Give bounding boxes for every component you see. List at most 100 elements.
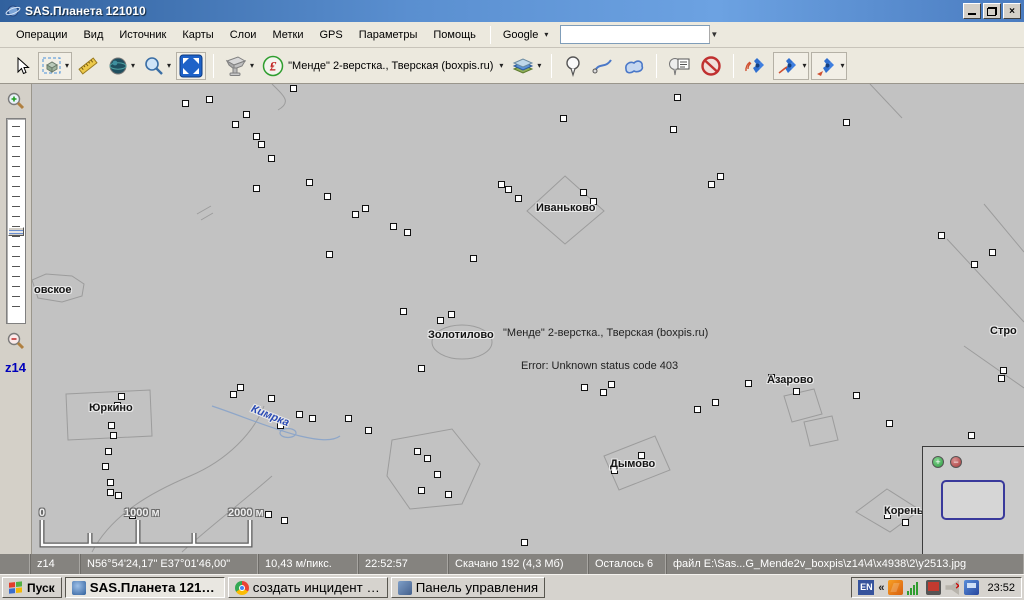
goto-tool-button[interactable]: ▾ [104, 52, 138, 80]
map-marker [521, 539, 528, 546]
map-marker [445, 491, 452, 498]
zoom-out-button[interactable] [5, 330, 27, 352]
google-menu[interactable]: Google ▾ [497, 25, 555, 45]
maximize-button[interactable] [983, 3, 1001, 19]
minimap-extent-rect[interactable] [941, 480, 1005, 520]
map-source-icon: ₤ [262, 55, 284, 77]
hide-marks-button[interactable] [696, 52, 726, 80]
fullscreen-button[interactable] [176, 52, 206, 80]
placemark-manager-button[interactable] [664, 52, 694, 80]
chrome-icon [235, 581, 249, 595]
zoom-level-label: z14 [0, 360, 31, 375]
map-view[interactable]: ИваньковоЗолотиловоАзаровоДымовоЮркиноов… [32, 84, 1024, 554]
map-marker [237, 384, 244, 391]
app-icon [5, 3, 21, 19]
map-label: Юркино [89, 402, 133, 414]
remote-desktop-icon[interactable] [926, 580, 941, 595]
zoom-slider-handle[interactable] [8, 227, 24, 236]
map-label: Дымово [610, 458, 655, 470]
tile-error-source: "Менде" 2-верстка., Тверская (boxpis.ru) [503, 327, 708, 339]
download-mode-button[interactable]: ▾ [221, 52, 257, 80]
close-button[interactable]: × [1003, 3, 1021, 19]
layers-icon [511, 55, 535, 77]
map-marker [258, 141, 265, 148]
minimize-button[interactable] [963, 3, 981, 19]
gps-track-button[interactable]: ▾ [773, 52, 809, 80]
taskbar-button-controlpanel[interactable]: Панель управления [391, 577, 545, 598]
menu-item-метки[interactable]: Метки [264, 25, 311, 45]
menu-item-операции[interactable]: Операции [8, 25, 75, 45]
status-bar: z14N56°54'24,17" E37°01'46,00"10,43 м/пи… [0, 554, 1024, 574]
title-bar: SAS.Планета 121010 × [0, 0, 1024, 22]
minimize-icon [968, 7, 976, 15]
combobox-dropdown-button[interactable]: ▼ [709, 26, 718, 43]
download-manager-icon[interactable] [888, 580, 903, 595]
cursor-arrow-icon [12, 56, 32, 76]
taskbar-button-chrome[interactable]: создать инцидент -... [228, 577, 388, 598]
map-marker [230, 391, 237, 398]
add-placemark-button[interactable] [559, 52, 587, 80]
map-marker [115, 492, 122, 499]
map-marker [253, 185, 260, 192]
language-indicator[interactable]: EN [858, 580, 874, 595]
menu-item-слои[interactable]: Слои [222, 25, 265, 45]
menu-item-источник[interactable]: Источник [111, 25, 174, 45]
chevron-down-icon: ▾ [537, 61, 541, 70]
menu-item-карты[interactable]: Карты [174, 25, 221, 45]
volume-muted-icon[interactable]: ✕ [945, 580, 960, 595]
search-tool-button[interactable]: ▾ [140, 52, 174, 80]
chevron-down-icon: ▾ [802, 61, 806, 70]
zoom-in-button[interactable] [5, 90, 27, 112]
map-marker [324, 193, 331, 200]
menu-items: ОперацииВидИсточникКартыСлоиМеткиGPSПара… [8, 25, 484, 45]
map-marker [424, 455, 431, 462]
window-title: SAS.Планета 121010 [25, 4, 146, 18]
chevron-down-icon: ▾ [167, 61, 171, 70]
menu-item-gps[interactable]: GPS [312, 25, 351, 45]
map-marker [182, 100, 189, 107]
zoom-slider[interactable] [6, 118, 26, 324]
map-marker [886, 420, 893, 427]
map-marker [505, 186, 512, 193]
chevron-down-icon: ▾ [250, 61, 254, 70]
gps-connect-button[interactable] [741, 52, 771, 80]
network-signal-icon[interactable] [907, 580, 922, 595]
map-marker [108, 422, 115, 429]
map-marker [745, 380, 752, 387]
menu-item-помощь[interactable]: Помощь [425, 25, 484, 45]
search-combobox[interactable]: ▼ [560, 25, 710, 44]
chevron-down-icon: ▾ [499, 61, 503, 70]
menu-item-вид[interactable]: Вид [75, 25, 111, 45]
taskbar-button-sasplanet[interactable]: SAS.Планета 121010 [65, 577, 225, 598]
map-marker [253, 133, 260, 140]
toolbar-separator [733, 54, 734, 78]
status-segment: 10,43 м/пикс. [258, 554, 358, 574]
map-marker [390, 223, 397, 230]
windows-logo-icon [9, 581, 23, 594]
selection-tool-button[interactable]: ▾ [38, 52, 72, 80]
google-menu-label: Google [503, 29, 538, 41]
minimap-zoom-out-button[interactable]: − [950, 456, 962, 468]
map-marker [362, 205, 369, 212]
map-marker [793, 388, 800, 395]
layers-button[interactable]: ▾ [508, 52, 544, 80]
map-marker [296, 411, 303, 418]
search-input[interactable] [561, 26, 709, 43]
start-button[interactable]: Пуск [2, 577, 62, 598]
minimap-panel[interactable]: + − [922, 446, 1024, 554]
map-marker [306, 179, 313, 186]
tray-chevron[interactable]: « [878, 582, 884, 594]
map-source-button[interactable]: ₤ "Менде" 2-верстка., Тверская (boxpis.r… [259, 52, 506, 80]
tray-app-icon[interactable] [964, 580, 979, 595]
add-polygon-button[interactable] [619, 52, 649, 80]
menu-item-параметры[interactable]: Параметры [351, 25, 426, 45]
pan-tool-button[interactable] [8, 52, 36, 80]
map-marker [345, 415, 352, 422]
ruler-tool-button[interactable] [74, 52, 102, 80]
minimap-zoom-in-button[interactable]: + [932, 456, 944, 468]
gps-position-button[interactable]: ▾ [811, 52, 847, 80]
chevron-down-icon: ▾ [131, 61, 135, 70]
add-path-button[interactable] [589, 52, 617, 80]
status-segment: z14 [30, 554, 80, 574]
map-marker [712, 399, 719, 406]
